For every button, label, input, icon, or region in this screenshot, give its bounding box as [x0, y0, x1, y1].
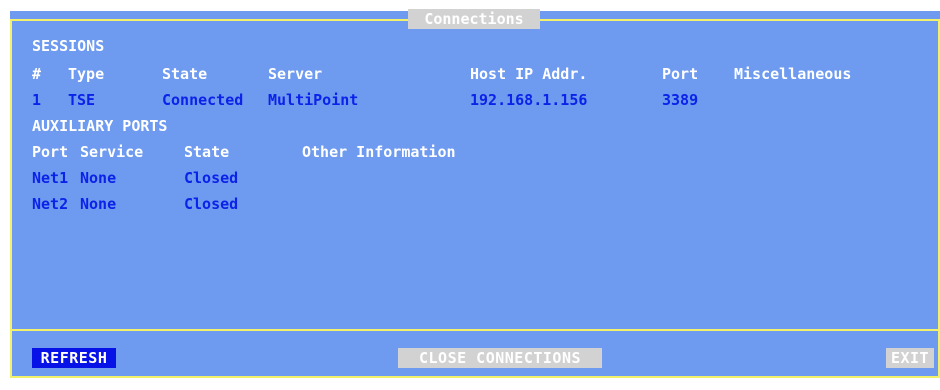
aux-col-port: Port [32, 143, 69, 161]
session-port: 3389 [662, 91, 699, 109]
aux-port-name: Net2 [32, 195, 69, 213]
sessions-col-host-ip: Host IP Addr. [470, 65, 588, 83]
frame-top-right [540, 19, 940, 21]
aux-port-name: Net1 [32, 169, 69, 187]
session-state: Connected [162, 91, 244, 109]
session-type: TSE [68, 91, 96, 109]
session-server: MultiPoint [268, 91, 359, 109]
aux-port-state: Closed [184, 195, 239, 213]
frame-bottom [10, 376, 940, 378]
window-title: Connections [408, 9, 540, 29]
aux-col-state: State [184, 143, 230, 161]
exit-button[interactable]: EXIT [886, 348, 934, 368]
frame-separator [10, 329, 940, 331]
aux-col-other: Other Information [302, 143, 456, 161]
aux-col-service: Service [80, 143, 144, 161]
aux-port-service: None [80, 195, 117, 213]
sessions-col-type: Type [68, 65, 105, 83]
session-num: 1 [32, 91, 42, 109]
aux-port-state: Closed [184, 169, 239, 187]
aux-port-service: None [80, 169, 117, 187]
sessions-heading: SESSIONS [32, 37, 105, 55]
connections-window: Connections SESSIONS # Type State Server… [10, 9, 940, 378]
sessions-col-server: Server [268, 65, 323, 83]
frame-top-left [10, 19, 408, 21]
aux-ports-heading: AUXILIARY PORTS [32, 117, 168, 135]
session-host-ip: 192.168.1.156 [470, 91, 588, 109]
close-connections-button[interactable]: CLOSE CONNECTIONS [398, 348, 602, 368]
sessions-col-state: State [162, 65, 208, 83]
sessions-col-port: Port [662, 65, 699, 83]
refresh-button[interactable]: REFRESH [32, 348, 116, 368]
sessions-col-num: # [32, 65, 42, 83]
sessions-col-misc: Miscellaneous [734, 65, 852, 83]
frame-left [10, 19, 12, 376]
